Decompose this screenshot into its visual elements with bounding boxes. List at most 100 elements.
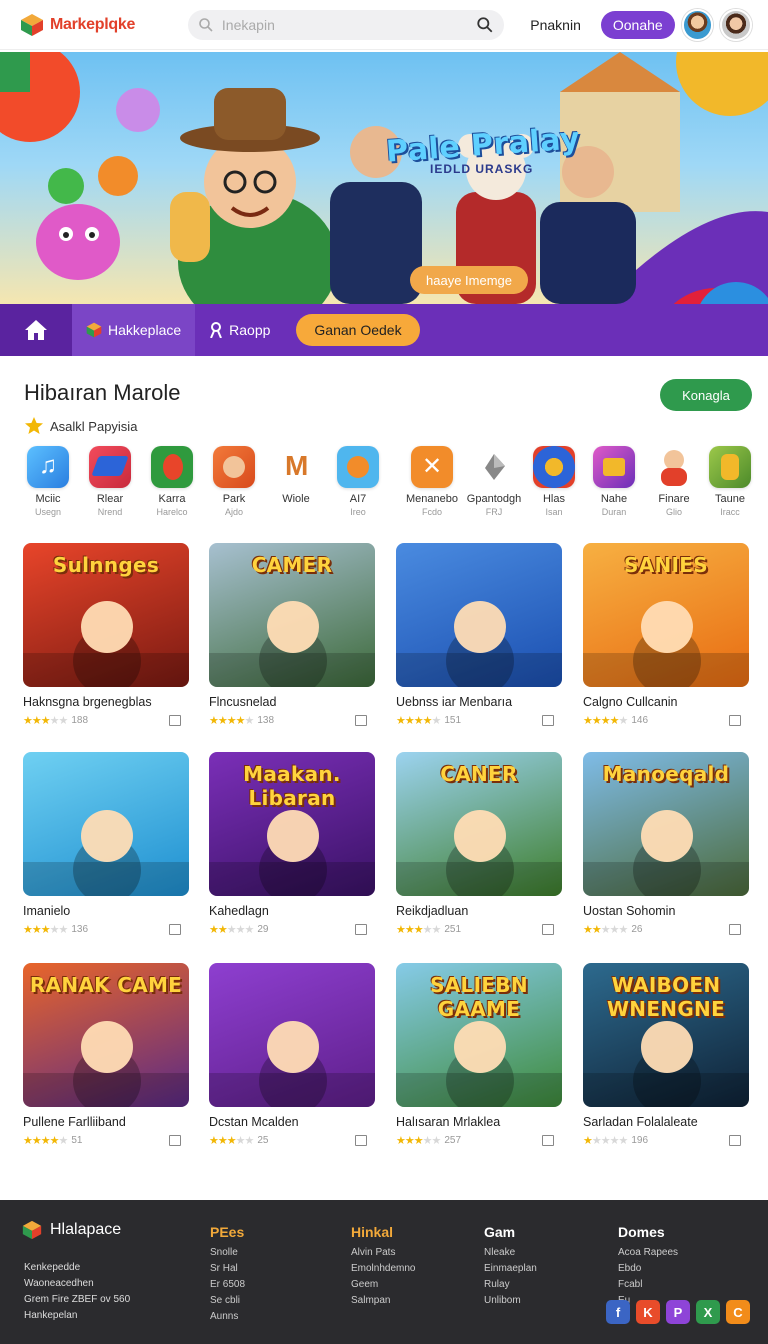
tab-marketplace[interactable]: Hakkeplace bbox=[72, 304, 196, 356]
bookmark-icon[interactable] bbox=[729, 923, 741, 935]
footer-link[interactable]: Ebdo bbox=[618, 1261, 678, 1277]
app-item[interactable]: M Wiole bbox=[266, 446, 326, 507]
game-card[interactable]: CANER Reikdjadluan ★★★★★ 251 bbox=[396, 752, 562, 936]
footer-link[interactable]: Salmpan bbox=[351, 1293, 415, 1309]
game-title[interactable]: Pullene Farlliiband bbox=[23, 1115, 189, 1129]
game-thumbnail[interactable] bbox=[396, 543, 562, 687]
game-card[interactable]: WAIBOEN WNENGNE Sarladan Folalaleate ★★★★★… bbox=[583, 963, 749, 1147]
app-item[interactable]: Finare Glio bbox=[644, 446, 704, 517]
game-title[interactable]: Sarladan Folalaleate bbox=[583, 1115, 749, 1129]
footer-link[interactable]: Nleake bbox=[484, 1245, 537, 1261]
game-title[interactable]: Imanielo bbox=[23, 904, 189, 918]
game-title[interactable]: Kahedlagn bbox=[209, 904, 375, 918]
footer-link[interactable]: Alvin Pats bbox=[351, 1245, 415, 1261]
game-card[interactable]: Imanielo ★★★★★ 136 bbox=[23, 752, 189, 936]
p-social-icon[interactable]: P bbox=[666, 1300, 690, 1324]
game-thumbnail[interactable]: WAIBOEN WNENGNE bbox=[583, 963, 749, 1107]
bookmark-icon[interactable] bbox=[169, 923, 181, 935]
footer-link[interactable]: Rulay bbox=[484, 1277, 537, 1293]
footer-link[interactable]: Snolle bbox=[210, 1245, 245, 1261]
search-bar[interactable] bbox=[187, 9, 505, 40]
footer-logo[interactable]: Hlalapace bbox=[22, 1220, 121, 1240]
game-card[interactable]: SANIES Calgno Cullcanin ★★★★★ 146 bbox=[583, 543, 749, 727]
bookmark-icon[interactable] bbox=[355, 923, 367, 935]
nav-link[interactable]: Pnaknin bbox=[530, 17, 581, 33]
facebook-icon[interactable]: f bbox=[606, 1300, 630, 1324]
game-thumbnail[interactable]: Manoeqald bbox=[583, 752, 749, 896]
game-card[interactable]: Uebnss iar Menbarıa ★★★★★ 151 bbox=[396, 543, 562, 727]
game-thumbnail[interactable]: CANER bbox=[396, 752, 562, 896]
app-item[interactable]: Rlear Nrend bbox=[80, 446, 140, 517]
brand-logo[interactable]: Markeplqke bbox=[20, 13, 188, 37]
game-thumbnail[interactable]: SANIES bbox=[583, 543, 749, 687]
tab-profile[interactable]: Raopp bbox=[195, 304, 284, 356]
home-tab[interactable] bbox=[0, 304, 72, 356]
app-item[interactable]: Taune Iracc bbox=[700, 446, 760, 517]
k-social-icon[interactable]: K bbox=[636, 1300, 660, 1324]
game-title[interactable]: Uostan Sohomin bbox=[583, 904, 749, 918]
search-submit-icon[interactable] bbox=[476, 16, 494, 34]
bookmark-icon[interactable] bbox=[355, 714, 367, 726]
hero-cta-button[interactable]: haaye Imemge bbox=[410, 266, 528, 294]
bookmark-icon[interactable] bbox=[542, 1134, 554, 1146]
game-thumbnail[interactable]: Sulnnges bbox=[23, 543, 189, 687]
footer-link[interactable]: Aunns bbox=[210, 1309, 245, 1325]
game-thumbnail[interactable]: SALIEBN GAAME bbox=[396, 963, 562, 1107]
game-card[interactable]: RANAK CAME Pullene Farlliiband ★★★★★ 51 bbox=[23, 963, 189, 1147]
category-pill-button[interactable]: Ganan Oedek bbox=[296, 314, 420, 346]
app-item[interactable]: ♫ Mciic Usegn bbox=[18, 446, 78, 517]
x-social-icon[interactable]: X bbox=[696, 1300, 720, 1324]
game-title[interactable]: Calgno Cullcanin bbox=[583, 695, 749, 709]
game-card[interactable]: CAMER Flncusnelad ★★★★★ 138 bbox=[209, 543, 375, 727]
section-action-button[interactable]: Konagla bbox=[660, 379, 752, 411]
user-avatar[interactable] bbox=[720, 8, 752, 41]
app-item[interactable]: Park Ajdo bbox=[204, 446, 264, 517]
app-item[interactable]: Hlas Isan bbox=[524, 446, 584, 517]
hero-banner[interactable]: Pale Pralay IEDLD URASKG bbox=[0, 52, 768, 304]
header-cta-button[interactable]: Oonahe bbox=[600, 10, 675, 39]
game-card[interactable]: SALIEBN GAAME Halısaran Mrlaklea ★★★★★ 257 bbox=[396, 963, 562, 1147]
bookmark-icon[interactable] bbox=[542, 714, 554, 726]
game-thumbnail[interactable] bbox=[23, 752, 189, 896]
bookmark-icon[interactable] bbox=[729, 714, 741, 726]
app-item[interactable]: AI7 Ireo bbox=[328, 446, 388, 517]
footer-link[interactable]: Einmaeplan bbox=[484, 1261, 537, 1277]
footer-link[interactable]: Acoa Rapees bbox=[618, 1245, 678, 1261]
game-thumbnail[interactable]: Maakan. Libaran bbox=[209, 752, 375, 896]
game-card[interactable]: Maakan. Libaran Kahedlagn ★★★★★ 29 bbox=[209, 752, 375, 936]
footer-link[interactable]: Geem bbox=[351, 1277, 415, 1293]
game-thumbnail[interactable]: RANAK CAME bbox=[23, 963, 189, 1107]
footer-line[interactable]: Hankepelan bbox=[24, 1308, 130, 1324]
search-input[interactable] bbox=[221, 16, 469, 33]
bookmark-icon[interactable] bbox=[729, 1134, 741, 1146]
game-title[interactable]: Dcstan Mcalden bbox=[209, 1115, 375, 1129]
app-item[interactable]: Karra Harelco bbox=[142, 446, 202, 517]
bookmark-icon[interactable] bbox=[355, 1134, 367, 1146]
c-social-icon[interactable]: C bbox=[726, 1300, 750, 1324]
footer-link[interactable]: Unlibom bbox=[484, 1293, 537, 1309]
game-title[interactable]: Haknsgna brgenegblas bbox=[23, 695, 189, 709]
bookmark-icon[interactable] bbox=[169, 714, 181, 726]
bookmark-icon[interactable] bbox=[542, 923, 554, 935]
app-item[interactable]: ✕ Menanebo Fcdo bbox=[402, 446, 462, 517]
game-card[interactable]: Sulnnges Haknsgna brgenegblas ★★★★★ 188 bbox=[23, 543, 189, 727]
game-card[interactable]: Dcstan Mcalden ★★★★★ 25 bbox=[209, 963, 375, 1147]
footer-link[interactable]: Se cbli bbox=[210, 1293, 245, 1309]
footer-link[interactable]: Fcabl bbox=[618, 1277, 678, 1293]
game-title[interactable]: Uebnss iar Menbarıa bbox=[396, 695, 562, 709]
footer-link[interactable]: Er 6508 bbox=[210, 1277, 245, 1293]
game-title[interactable]: Halısaran Mrlaklea bbox=[396, 1115, 562, 1129]
footer-line[interactable]: Waoneacedhen bbox=[24, 1276, 130, 1292]
footer-line[interactable]: Kenkepedde bbox=[24, 1260, 130, 1276]
game-card[interactable]: Manoeqald Uostan Sohomin ★★★★★ 26 bbox=[583, 752, 749, 936]
app-item[interactable]: Nahe Duran bbox=[584, 446, 644, 517]
avatar[interactable] bbox=[681, 8, 714, 41]
footer-link[interactable]: Emolnhdemno bbox=[351, 1261, 415, 1277]
footer-link[interactable]: Sr Hal bbox=[210, 1261, 245, 1277]
game-thumbnail[interactable] bbox=[209, 963, 375, 1107]
game-thumbnail[interactable]: CAMER bbox=[209, 543, 375, 687]
bookmark-icon[interactable] bbox=[169, 1134, 181, 1146]
game-title[interactable]: Flncusnelad bbox=[209, 695, 375, 709]
game-title[interactable]: Reikdjadluan bbox=[396, 904, 562, 918]
footer-line[interactable]: Grem Fire ZBEF ov 560 bbox=[24, 1292, 130, 1308]
